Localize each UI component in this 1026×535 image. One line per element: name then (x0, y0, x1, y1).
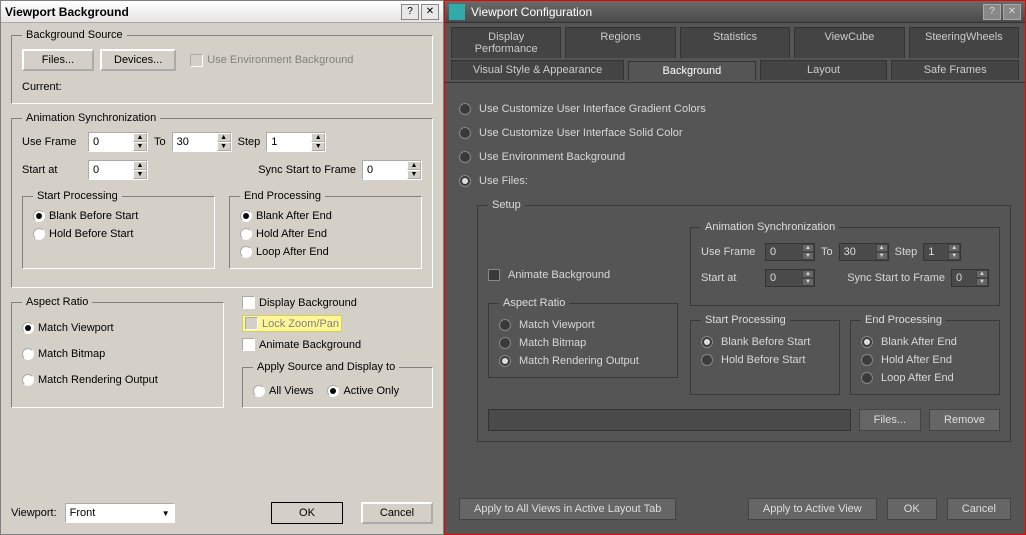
tab-statistics[interactable]: Statistics (680, 27, 790, 58)
start-processing-group: Start Processing Blank Before Start Hold… (22, 190, 215, 269)
tab-bar: Display Performance Regions Statistics V… (445, 23, 1025, 82)
background-source-group: Background Source Files... Devices... Us… (11, 29, 433, 104)
loop-after-radio[interactable] (240, 246, 252, 258)
ok-button[interactable]: OK (271, 502, 343, 524)
close-icon[interactable]: ✕ (421, 4, 439, 20)
to-spinner[interactable]: 30▲▼ (172, 132, 232, 152)
hold-after-radio[interactable] (861, 354, 873, 366)
apply-active-button[interactable]: Apply to Active View (748, 498, 877, 520)
help-icon[interactable]: ? (401, 4, 419, 20)
viewport-background-dialog: Viewport Background ? ✕ Background Sourc… (0, 0, 444, 535)
sync-start-label: Sync Start to Frame (258, 164, 356, 176)
end-processing-group: End Processing Blank After End Hold Afte… (229, 190, 422, 269)
viewport-select[interactable]: Front ▼ (65, 503, 175, 523)
lock-zoom-pan-checkbox[interactable] (245, 317, 258, 330)
to-label: To (154, 136, 166, 148)
match-rendering-radio[interactable] (22, 374, 34, 386)
close-icon[interactable]: ✕ (1003, 4, 1021, 20)
animation-sync-group: Animation Synchronization Use Frame 0▲▼ … (690, 221, 1000, 306)
use-frame-spinner[interactable]: 0▲▼ (88, 132, 148, 152)
tab-steeringwheels[interactable]: SteeringWheels (909, 27, 1019, 58)
tab-regions[interactable]: Regions (565, 27, 675, 58)
gradient-colors-radio[interactable] (459, 103, 471, 115)
match-rendering-radio[interactable] (499, 355, 511, 367)
blank-before-radio[interactable] (701, 336, 713, 348)
dialog-footer: Apply to All Views in Active Layout Tab … (445, 488, 1025, 534)
tab-safe-frames[interactable]: Safe Frames (891, 60, 1019, 80)
end-processing-group: End Processing Blank After End Hold Afte… (850, 314, 1000, 395)
hold-before-radio[interactable] (33, 228, 45, 240)
file-path-input[interactable] (488, 409, 851, 431)
tab-display-performance[interactable]: Display Performance (451, 27, 561, 58)
match-bitmap-radio[interactable] (22, 348, 34, 360)
group-legend: Background Source (22, 29, 127, 41)
aspect-ratio-group: Aspect Ratio Match Viewport Match Bitmap… (488, 297, 678, 378)
hold-after-radio[interactable] (240, 228, 252, 240)
all-views-radio[interactable] (253, 385, 265, 397)
blank-before-radio[interactable] (33, 210, 45, 222)
start-at-label: Start at (22, 164, 82, 176)
tab-visual-style[interactable]: Visual Style & Appearance (451, 60, 624, 80)
animate-background-checkbox[interactable] (488, 269, 500, 281)
dialog-title: Viewport Configuration (471, 5, 981, 19)
sync-start-spinner[interactable]: 0▲▼ (951, 269, 989, 287)
chevron-down-icon: ▼ (162, 509, 170, 518)
chevron-down-icon: ▼ (133, 142, 147, 151)
cancel-button[interactable]: Cancel (947, 498, 1011, 520)
titlebar: Viewport Configuration ? ✕ (445, 1, 1025, 23)
ok-button[interactable]: OK (887, 498, 937, 520)
dialog-body: Background Source Files... Devices... Us… (1, 23, 443, 496)
use-env-label: Use Environment Background (207, 54, 353, 66)
match-viewport-radio[interactable] (499, 319, 511, 331)
loop-after-radio[interactable] (861, 372, 873, 384)
step-spinner[interactable]: 1▲▼ (266, 132, 326, 152)
active-only-radio[interactable] (327, 385, 339, 397)
start-at-spinner[interactable]: 0▲▼ (88, 160, 148, 180)
remove-button[interactable]: Remove (929, 409, 1000, 431)
dialog-body: Use Customize User Interface Gradient Co… (445, 82, 1025, 488)
current-label: Current: (22, 81, 422, 93)
titlebar: Viewport Background ? ✕ (1, 1, 443, 23)
group-legend: Animation Synchronization (22, 112, 160, 124)
app-icon (449, 4, 465, 20)
solid-color-radio[interactable] (459, 127, 471, 139)
apply-all-button[interactable]: Apply to All Views in Active Layout Tab (459, 498, 676, 520)
step-label: Step (238, 136, 261, 148)
apply-source-group: Apply Source and Display to All Views Ac… (242, 361, 433, 408)
tab-viewcube[interactable]: ViewCube (794, 27, 904, 58)
cancel-button[interactable]: Cancel (361, 502, 433, 524)
use-frame-spinner[interactable]: 0▲▼ (765, 243, 815, 261)
use-files-radio[interactable] (459, 175, 471, 187)
start-at-spinner[interactable]: 0▲▼ (765, 269, 815, 287)
sync-start-spinner[interactable]: 0▲▼ (362, 160, 422, 180)
viewport-configuration-dialog: Viewport Configuration ? ✕ Display Perfo… (444, 0, 1026, 535)
match-bitmap-radio[interactable] (499, 337, 511, 349)
to-spinner[interactable]: 30▲▼ (839, 243, 889, 261)
use-env-checkbox[interactable] (190, 54, 203, 67)
tab-layout[interactable]: Layout (760, 60, 888, 80)
tab-background[interactable]: Background (628, 61, 756, 81)
help-icon[interactable]: ? (983, 4, 1001, 20)
dialog-title: Viewport Background (5, 5, 399, 19)
use-frame-label: Use Frame (22, 136, 82, 148)
animate-background-checkbox[interactable] (242, 338, 255, 351)
devices-button[interactable]: Devices... (100, 49, 176, 71)
chevron-up-icon: ▲ (133, 133, 147, 142)
blank-after-radio[interactable] (861, 336, 873, 348)
env-background-radio[interactable] (459, 151, 471, 163)
display-background-checkbox[interactable] (242, 296, 255, 309)
dialog-footer: Viewport: Front ▼ OK Cancel (1, 496, 443, 534)
files-button[interactable]: Files... (859, 409, 921, 431)
match-viewport-radio[interactable] (22, 322, 34, 334)
viewport-label: Viewport: (11, 507, 57, 519)
aspect-ratio-group: Aspect Ratio Match Viewport Match Bitmap… (11, 296, 224, 408)
setup-group: Setup Animate Background Aspect Ratio Ma… (477, 199, 1011, 442)
files-button[interactable]: Files... (22, 49, 94, 71)
blank-after-radio[interactable] (240, 210, 252, 222)
animation-sync-group: Animation Synchronization Use Frame 0▲▼ … (11, 112, 433, 288)
step-spinner[interactable]: 1▲▼ (923, 243, 961, 261)
hold-before-radio[interactable] (701, 354, 713, 366)
start-processing-group: Start Processing Blank Before Start Hold… (690, 314, 840, 395)
